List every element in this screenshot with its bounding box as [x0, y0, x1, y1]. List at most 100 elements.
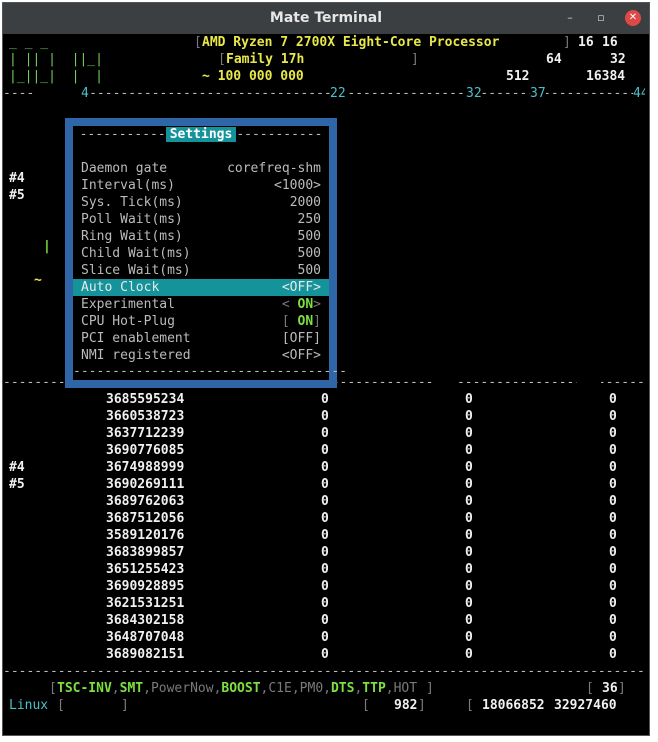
hz-label: Hz: [314, 69, 330, 84]
settings-item-value: corefreq-shm: [227, 161, 321, 176]
cpu-online: 16: [578, 35, 594, 50]
cstate-c6-value: 0: [465, 392, 473, 407]
settings-item-value: 2000: [289, 195, 321, 210]
cstate-c3-value: 0: [321, 579, 329, 594]
cstate-c3-value: 0: [321, 443, 329, 458]
cstate-c3-value: 0: [321, 511, 329, 526]
cstate-c7-value: 0: [609, 562, 617, 577]
settings-item-label: PCI enablement: [81, 331, 191, 346]
minimize-button[interactable]: –: [562, 10, 578, 26]
cstate-c6-value: 0: [465, 647, 473, 662]
cstate-tsc-value: 3660538723: [106, 409, 185, 424]
core10-ratio-mark: ~: [34, 273, 42, 288]
ratio-core-label: #4: [9, 171, 25, 186]
cstate-tsc-value: 3687512056: [106, 511, 185, 526]
tech-feature-list: TSC-INV,SMT,PowerNow,BOOST,C1E,PM0,DTS,T…: [57, 680, 417, 697]
settings-item-label: Interval(ms): [81, 178, 175, 193]
cstate-tsc-value: 3684302158: [106, 613, 185, 628]
settings-item-value-close: >: [313, 297, 321, 312]
tech-separator: ,: [143, 681, 151, 696]
table-row: #14 3648707048 0 0 0: [3, 629, 649, 646]
settings-item[interactable]: Sys. Tick(ms) 2000: [73, 194, 329, 211]
settings-dialog[interactable]: ----------- Settings ----------- Daemon ga…: [65, 118, 347, 388]
cstate-tsc-value: 3637712239: [106, 426, 185, 441]
settings-item[interactable]: Poll Wait(ms) 250: [73, 211, 329, 228]
cstate-tsc-value: 3683899857: [106, 545, 185, 560]
cstate-c7-value: 0: [609, 494, 617, 509]
settings-item[interactable]: Experimental < ON>: [73, 296, 329, 313]
cstate-c3-value: 0: [321, 426, 329, 441]
tech-separator: ,: [323, 681, 331, 696]
temperature-label: T: [578, 681, 586, 696]
architecture-value: Family 17h: [226, 52, 305, 67]
cstate-core-label: #12: [9, 596, 33, 611]
settings-item[interactable]: Child Wait(ms) 500: [73, 245, 329, 262]
temperature-value: 36: [602, 681, 618, 696]
cstate-core-label: #14: [9, 630, 33, 645]
cstate-core-label: #15: [9, 647, 33, 662]
settings-item[interactable]: CPU Hot-Plug [ ON]: [73, 313, 329, 330]
settings-item-value: <OFF>: [281, 348, 321, 363]
settings-item-label: Sys. Tick(ms): [81, 195, 183, 210]
cstate-c6-value: 0: [465, 409, 473, 424]
maximize-button[interactable]: ▫: [593, 10, 609, 26]
cstate-core-label: #9: [9, 545, 25, 560]
table-row: #3 3690776085 0 0 0: [3, 442, 649, 459]
settings-item-value-close: ]: [313, 314, 321, 329]
close-button[interactable]: ✕: [625, 10, 641, 26]
settings-item[interactable]: Interval(ms) <1000>: [73, 177, 329, 194]
ratio-ruler: ---- -----------------------------------…: [3, 86, 650, 101]
mem-unit: KB: [626, 698, 642, 713]
ratio-core-label: #0: [9, 103, 25, 118]
settings-item-value-open: [: [281, 314, 298, 329]
scrollbar[interactable]: [645, 34, 649, 735]
cstate-c7-value: 0: [609, 426, 617, 441]
logo-line-1: _ _ _: [9, 35, 49, 50]
ratio-core-label: #8: [9, 239, 25, 254]
settings-item[interactable]: Slice Wait(ms) 500: [73, 262, 329, 279]
tech-label: Tech: [9, 681, 41, 696]
settings-item[interactable]: Daemon gate corefreq-shm: [73, 160, 329, 177]
cstate-c3-value: 0: [321, 630, 329, 645]
l1-data-value: 32: [610, 52, 626, 67]
cstate-c7-value: 0: [609, 613, 617, 628]
terminal-area[interactable]: _ _ _ | || | ||_| |_||_| | | Processor […: [3, 34, 650, 735]
settings-item[interactable]: PCI enablement [OFF]: [73, 330, 329, 347]
tech-feature: TSC-INV: [57, 681, 112, 696]
tech-separator: ,: [385, 681, 394, 696]
settings-item-value: < ON>: [282, 296, 321, 313]
tech-feature: SMT: [119, 681, 144, 696]
cstate-tsc-value: 3674988999: [106, 460, 185, 475]
cstate-c6-value: 0: [465, 579, 473, 594]
mem-used: 18066852: [482, 698, 545, 713]
table-row: #8 3589120176 0 0 0: [3, 527, 649, 544]
core8-ratio-bar: |: [43, 239, 51, 254]
l3-value: 16384: [586, 69, 626, 84]
data-label: Data: [570, 52, 602, 67]
settings-item[interactable]: Ring Wait(ms) 500: [73, 228, 329, 245]
settings-bottom-border: -----------------------------------: [73, 364, 347, 379]
cstate-c7-value: 0: [609, 528, 617, 543]
cstate-tsc-value: 3621531251: [106, 596, 185, 611]
title-bar[interactable]: Mate Terminal – ▫ ✕: [3, 3, 649, 34]
settings-item[interactable]: NMI registered <OFF>: [73, 347, 329, 364]
tech-feature: HOT: [393, 681, 418, 696]
cstate-c7-value: 0: [609, 511, 617, 526]
settings-title: Settings: [165, 127, 237, 142]
processor-value: AMD Ryzen 7 2700X Eight-Core Processor: [202, 35, 500, 50]
cstate-tsc-value: 3690776085: [106, 443, 185, 458]
cstate-c7-value: 0: [609, 545, 617, 560]
cstate-c3-value: 0: [321, 477, 329, 492]
settings-item[interactable]: Auto Clock <OFF>: [73, 279, 329, 296]
tech-feature: C1E: [268, 681, 292, 696]
settings-item-label: Daemon gate: [81, 161, 168, 176]
settings-item-value: 250: [297, 212, 321, 227]
cstate-c6-value: 0: [465, 494, 473, 509]
table-row: #0 3685595234 0 0 0: [3, 391, 649, 408]
table-row: #1 3660538723 0 0 0: [3, 408, 649, 425]
settings-item-value: [OFF]: [281, 331, 321, 346]
cstate-c6-value: 0: [465, 545, 473, 560]
settings-item-value-open: <: [281, 297, 298, 312]
cstate-c6-value: 0: [465, 613, 473, 628]
table-row: #15 3689082151 0 0 0: [3, 646, 649, 663]
